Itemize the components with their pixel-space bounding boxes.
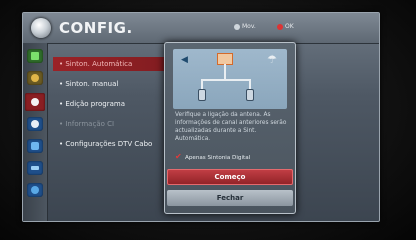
audio-icon[interactable] (27, 71, 43, 85)
antenna-plug-icon (198, 89, 206, 101)
cable-line (224, 64, 226, 80)
move-icon (234, 23, 240, 30)
ok-hint-label: OK (285, 23, 294, 30)
cable-line (201, 79, 251, 81)
auto-tuning-dialog: ◀ ☂ Verifique a ligação da antena. As in… (164, 42, 296, 214)
setup-icon (31, 18, 51, 38)
title-bar: CONFIG. Mov. OK (23, 13, 379, 44)
start-button[interactable]: Começo (167, 169, 293, 185)
picture-icon[interactable] (27, 49, 43, 63)
network-icon[interactable] (27, 183, 43, 197)
digital-only-checkbox[interactable]: ✔ Apenas Sintonia Digital (175, 152, 251, 162)
antenna-icon: ◀ (181, 55, 188, 65)
option-icon[interactable] (27, 161, 43, 175)
dialog-message: Verifique a ligação da antena. As inform… (175, 112, 287, 142)
satellite-icon: ☂ (267, 53, 277, 66)
cable-line (201, 79, 203, 89)
page-title: CONFIG. (59, 19, 133, 37)
cable-plug-icon (246, 89, 254, 101)
checkbox-label: Apenas Sintonia Digital (185, 155, 251, 161)
move-hint-label: Mov. (242, 23, 256, 30)
time-icon[interactable] (27, 117, 43, 131)
cable-line (249, 79, 251, 89)
ok-hint: OK (277, 23, 294, 30)
close-button[interactable]: Fechar (167, 190, 293, 206)
move-hint: Mov. (234, 23, 256, 30)
ok-icon (277, 23, 283, 30)
lock-icon[interactable] (27, 139, 43, 153)
antenna-connection-diagram: ◀ ☂ (173, 49, 287, 109)
setup-icon[interactable] (25, 93, 45, 111)
checkmark-icon: ✔ (175, 152, 182, 161)
category-sidebar (23, 43, 48, 221)
